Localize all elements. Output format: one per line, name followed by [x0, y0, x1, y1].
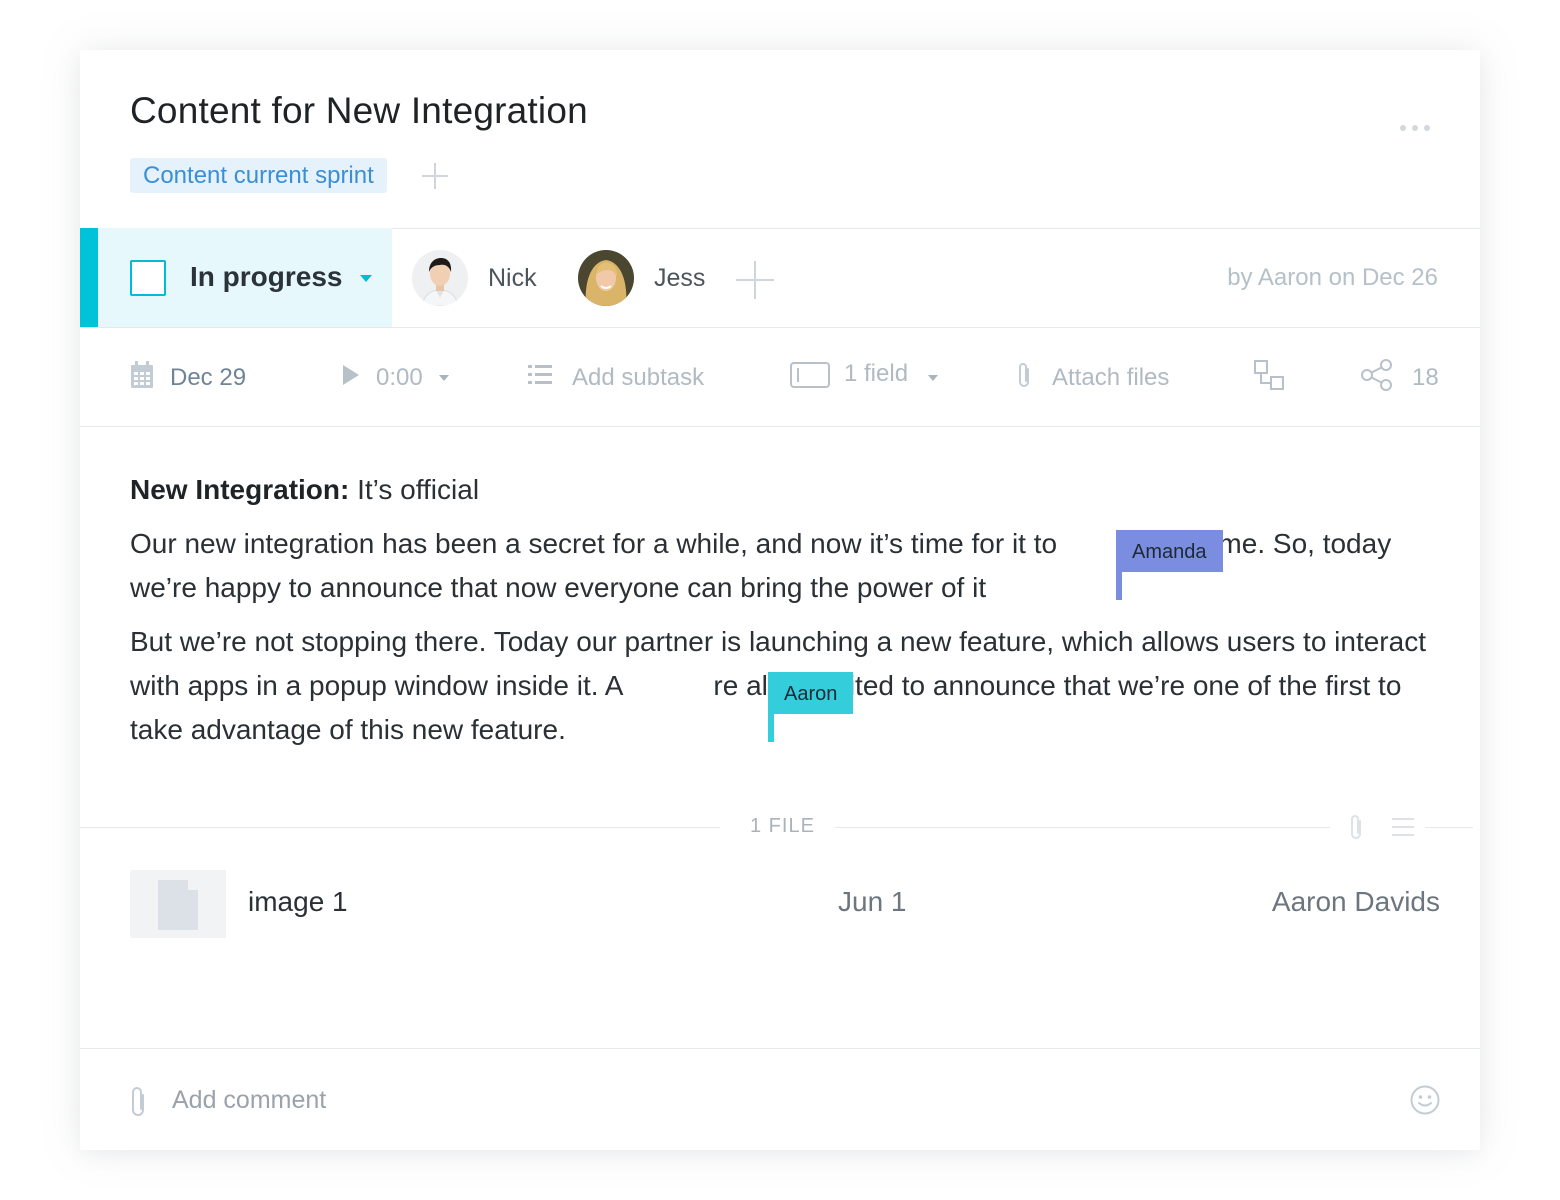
collaborator-cursor-label: Amanda: [1116, 530, 1223, 572]
collaborator-cursor-label: Aaron: [768, 672, 854, 714]
collaborator-cursor: [1116, 530, 1122, 600]
tag-chip[interactable]: Content current sprint: [130, 158, 387, 193]
file-date: Jun 1: [838, 886, 907, 917]
share-button[interactable]: 18: [1360, 358, 1439, 399]
add-tag-plus-icon[interactable]: [422, 163, 448, 189]
chevron-down-icon: [438, 375, 449, 381]
add-subtask-label: Add subtask: [572, 364, 705, 391]
file-icon: [158, 880, 198, 930]
collaborator-cursor: [768, 672, 774, 742]
play-icon: [342, 364, 360, 393]
list-view-icon[interactable]: [1392, 817, 1414, 842]
description-heading: New Integration: It’s official: [130, 474, 480, 505]
comment-input[interactable]: [172, 1083, 1372, 1117]
files-count-label: 1 FILE: [750, 815, 815, 837]
file-name[interactable]: image 1: [248, 886, 348, 918]
assignee-jess[interactable]: Jess: [578, 249, 705, 307]
comment-bar: [80, 1048, 1480, 1150]
subtask-icon: [528, 364, 552, 393]
fields-count: 1 field: [844, 360, 909, 387]
attach-files-label: Attach files: [1052, 364, 1170, 391]
add-assignee-plus-icon[interactable]: [736, 261, 774, 299]
due-date-value: Dec 29: [170, 364, 247, 391]
emoji-icon[interactable]: [1410, 1085, 1440, 1120]
paperclip-icon[interactable]: [128, 1085, 148, 1124]
assignee-name: Nick: [488, 263, 537, 292]
custom-fields-button[interactable]: 1 field: [790, 360, 939, 396]
attach-files-button[interactable]: Attach files: [1016, 360, 1169, 396]
assignee-nick[interactable]: Nick: [412, 249, 537, 307]
field-icon: [790, 361, 830, 395]
paperclip-icon: [1016, 361, 1032, 396]
status-color-bar: [80, 228, 98, 327]
description-paragraph: Our new integration has been a secret fo…: [130, 528, 1392, 603]
avatar: [412, 250, 468, 306]
status-dropdown[interactable]: In progress: [80, 228, 392, 327]
add-subtask-button[interactable]: Add subtask: [528, 360, 704, 396]
time-tracker[interactable]: 0:00: [342, 360, 449, 396]
status-label: In progress: [190, 261, 343, 292]
complete-checkbox[interactable]: [130, 260, 166, 296]
timer-value: 0:00: [376, 364, 423, 391]
share-icon: [1360, 358, 1394, 399]
created-by: by Aaron on Dec 26: [1227, 264, 1438, 291]
dependencies-button[interactable]: [1254, 359, 1284, 397]
avatar: [578, 250, 634, 306]
file-row[interactable]: image 1 Jun 1 Aaron Davids: [130, 870, 1440, 938]
paperclip-icon[interactable]: [1348, 813, 1364, 846]
share-count: 18: [1412, 364, 1439, 391]
divider: [80, 426, 1480, 427]
chevron-down-icon: [928, 375, 939, 381]
file-thumbnail: [130, 870, 226, 938]
divider: [80, 327, 1480, 328]
task-description[interactable]: New Integration: It’s official Our new i…: [130, 468, 1440, 762]
due-date-button[interactable]: Dec 29: [130, 360, 246, 396]
file-owner: Aaron Davids: [1271, 886, 1440, 917]
more-options-icon[interactable]: [1400, 122, 1430, 134]
task-card: Content for New Integration Content curr…: [80, 50, 1480, 1150]
assignee-name: Jess: [654, 263, 706, 292]
chevron-down-icon: [360, 275, 372, 282]
calendar-icon: [130, 360, 154, 396]
task-title[interactable]: Content for New Integration: [130, 90, 588, 132]
dependency-icon: [1254, 359, 1284, 397]
files-header: 1 FILE: [80, 815, 1480, 841]
